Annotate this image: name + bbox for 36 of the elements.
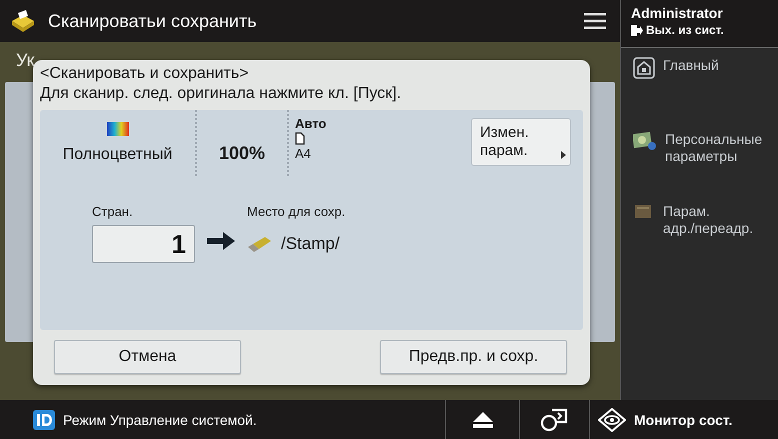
screen-title: Сканироватьи сохранить [48, 10, 258, 32]
page-icon [295, 132, 305, 145]
preview-save-button[interactable]: Предв.пр. и сохр. [380, 340, 567, 374]
size-mode: Авто [295, 116, 326, 131]
arrow-icon [207, 231, 235, 251]
eject-icon [472, 412, 492, 428]
id-icon [33, 410, 55, 430]
instruction-text: Ук [16, 50, 35, 70]
paper-size: A4 [295, 146, 311, 161]
caret-icon [561, 151, 566, 159]
personal-icon [633, 131, 657, 151]
logout-icon [631, 24, 643, 36]
dialog-message: Для сканир. след. оригинала нажмите кл. [Пуск]. [40, 84, 402, 104]
menu-item[interactable]: Персональные параметры [621, 131, 778, 165]
scanner-icon [10, 9, 36, 33]
cancel-button[interactable]: Отмена [54, 340, 241, 374]
destination-path: /Stamp/ [281, 234, 340, 254]
pages-label: Стран. [92, 204, 133, 219]
menu-icon[interactable] [584, 13, 606, 29]
eye-icon [598, 408, 626, 432]
swap-icon [540, 406, 570, 432]
usb-drive-icon [247, 236, 273, 252]
zoom-ratio: 100% [218, 142, 266, 164]
logout-button[interactable]: Вых. из сист. [631, 23, 724, 37]
user-name: Administrator [631, 5, 723, 21]
change-settings-button[interactable]: Измен. парам. [471, 118, 571, 166]
home-icon [633, 57, 655, 79]
pages-field: 1 [92, 225, 195, 263]
login-mode: Режим Управление системой. [63, 412, 257, 428]
menu-item[interactable]: Главный [621, 57, 778, 79]
menu-item[interactable]: Парам. адр./переадр. [621, 203, 778, 237]
color-mode: Полноцветный [62, 146, 172, 164]
status-monitor-button[interactable]: Монитор сост. [589, 400, 778, 439]
color-icon [106, 122, 128, 136]
dialog-title: <Сканировать и сохранить> [40, 64, 249, 84]
destination-label: Место для сохр. [247, 204, 346, 219]
